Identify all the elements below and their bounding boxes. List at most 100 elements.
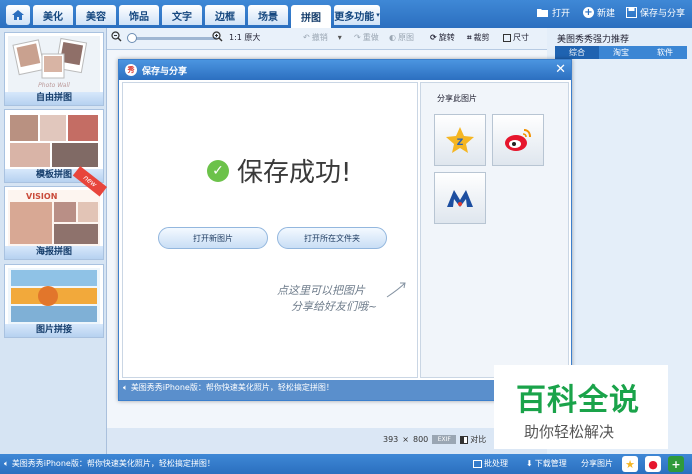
share-weibo-button[interactable] [492, 114, 544, 166]
zoom-out-icon[interactable] [111, 31, 122, 42]
poster-collage-label: 海报拼图 [5, 246, 103, 259]
save-share-label: 保存与分享 [640, 9, 686, 19]
poster-overlay-text: VISION [26, 192, 57, 201]
share-qzone-button[interactable]: Z [434, 114, 486, 166]
dialog-title-bar: 秀 保存与分享 ✕ [119, 60, 571, 80]
resize-button[interactable]: 尺寸 [503, 32, 529, 43]
folder-icon [537, 9, 548, 17]
watermark-main: 百科全说 [516, 383, 640, 418]
speaker-icon: 🔈︎ [123, 382, 128, 392]
plus-icon: + [583, 7, 594, 18]
redo-label: 重做 [362, 33, 379, 42]
redo-icon: ↷ [354, 33, 361, 42]
zoom-in-icon[interactable] [212, 31, 223, 42]
undo-button[interactable]: ↶ 撤销 ▾ [303, 32, 342, 43]
status-tip[interactable]: 🔈︎ 美图秀秀iPhone版：帮你快速美化照片，轻松搞定拼图！ [4, 458, 215, 469]
success-message: ✓ 保存成功! [207, 152, 351, 189]
save-share-dialog: 秀 保存与分享 ✕ ✓ 保存成功! 打开新图片 打开所在文件夹 点这里可以把图片… [118, 59, 572, 401]
new-button[interactable]: + 新建 [583, 6, 615, 19]
dialog-tip-text: 美图秀秀iPhone版：帮你快速美化照片，轻松搞定拼图！ [130, 383, 334, 392]
crop-label: 裁剪 [473, 33, 490, 42]
tab-text[interactable]: 文字 [162, 5, 202, 25]
template-collage-thumbnail [8, 113, 100, 169]
recommend-title: 美图秀秀强力推荐 [557, 35, 630, 45]
free-collage-thumbnail: Photo Wall [8, 36, 100, 92]
add-icon[interactable]: + [668, 456, 684, 472]
free-collage-overlay-text: Photo Wall [38, 82, 70, 89]
image-stitch-item[interactable]: 图片拼接 [4, 264, 104, 338]
resize-label: 尺寸 [513, 33, 529, 42]
save-share-button[interactable]: 保存与分享 [626, 6, 685, 19]
qzone-icon[interactable]: ★ [622, 456, 638, 472]
weibo-icon [505, 129, 531, 151]
compare-button[interactable]: 对比 [460, 434, 486, 445]
download-icon: ⬇ [526, 459, 533, 468]
resize-icon [503, 33, 511, 42]
crop-button[interactable]: ⌗ 裁剪 [467, 32, 490, 43]
tab-beauty[interactable]: 美容 [76, 5, 116, 25]
tab-collage[interactable]: 拼图 [291, 5, 331, 28]
status-bar: 🔈︎ 美图秀秀iPhone版：帮你快速美化照片，轻松搞定拼图！ 批处理 ⬇ 下载… [0, 454, 692, 474]
downloads-label: 下载管理 [534, 459, 567, 468]
collage-mode-panel: Photo Wall 自由拼图 模板拼图 VISION new 海报拼图 图片拼… [0, 28, 107, 454]
recommend-tabs: 综合 淘宝 软件 [555, 46, 687, 59]
image-stitch-label: 图片拼接 [5, 324, 103, 337]
open-new-image-button[interactable]: 打开新图片 [158, 227, 268, 249]
crop-icon: ⌗ [467, 32, 472, 42]
tab-taobao[interactable]: 淘宝 [599, 46, 643, 59]
original-image-label: 原图 [397, 33, 414, 42]
dialog-tip[interactable]: 🔈︎ 美图秀秀iPhone版：帮你快速美化照片，轻松搞定拼图！ [123, 382, 334, 393]
poster-collage-item[interactable]: VISION new 海报拼图 [4, 166, 107, 260]
tab-accessories[interactable]: 饰品 [119, 5, 159, 25]
free-collage-item[interactable]: Photo Wall 自由拼图 [4, 32, 104, 106]
image-stitch-thumbnail [8, 268, 100, 324]
home-button[interactable] [6, 5, 30, 25]
chevron-down-icon: ▾ [376, 11, 380, 19]
dialog-title: 保存与分享 [142, 67, 188, 77]
arrow-icon [386, 282, 406, 298]
renren-icon [447, 190, 473, 207]
tab-software[interactable]: 软件 [643, 46, 687, 59]
weibo-icon[interactable]: ● [645, 456, 661, 472]
tab-beautify[interactable]: 美化 [33, 5, 73, 25]
tab-more[interactable]: 更多功能 ▾ [334, 5, 380, 25]
zoom-slider[interactable] [131, 37, 217, 40]
new-label: 新建 [597, 9, 616, 19]
template-collage-item[interactable]: 模板拼图 [4, 109, 104, 183]
check-icon: ✓ [207, 159, 229, 182]
tab-more-label: 更多功能 [334, 11, 375, 23]
tab-scene[interactable]: 场景 [248, 5, 288, 25]
canvas-width: 393 [383, 435, 399, 444]
rotate-button[interactable]: ⟳ 旋转 [430, 32, 455, 43]
save-icon [626, 7, 637, 18]
tab-frame[interactable]: 边框 [205, 5, 245, 25]
exif-icon[interactable]: EXIF [432, 435, 457, 444]
batch-button[interactable]: 批处理 [473, 458, 508, 469]
open-folder-button[interactable]: 打开所在文件夹 [277, 227, 387, 249]
redo-button[interactable]: ↷ 重做 [354, 32, 379, 43]
share-hint-line1: 点这里可以把图片 [277, 284, 365, 297]
close-icon[interactable]: ✕ [555, 62, 566, 77]
share-renren-button[interactable] [434, 172, 486, 224]
original-image-button[interactable]: ◐ 原图 [389, 32, 414, 43]
share-hint: 点这里可以把图片 分享给好友们哦~ [277, 283, 377, 315]
watermark: 百科全说 助你轻松解决 [494, 365, 668, 449]
watermark-sub: 助你轻松解决 [524, 423, 615, 441]
undo-label: 撤销 [311, 33, 328, 42]
compare-icon [460, 435, 469, 444]
svg-text:Z: Z [457, 138, 464, 148]
original-size-button[interactable]: 1:1 原大 [229, 32, 260, 43]
open-label: 打开 [552, 9, 571, 19]
original-image-icon: ◐ [389, 33, 396, 42]
app-logo: 秀 [125, 64, 137, 76]
canvas-height: 800 [412, 435, 429, 444]
zoom-slider-handle[interactable] [127, 33, 137, 43]
speaker-icon: 🔈︎ [4, 458, 9, 468]
open-button[interactable]: 打开 [536, 6, 570, 19]
tab-general[interactable]: 综合 [555, 46, 599, 59]
downloads-button[interactable]: ⬇ 下载管理 [526, 458, 567, 469]
top-nav-bar: 美化 美容 饰品 文字 边框 场景 拼图 更多功能 ▾ 打开 + 新建 保存与分… [0, 0, 692, 28]
success-text: 保存成功! [237, 158, 352, 188]
rotate-label: 旋转 [438, 33, 455, 42]
compare-label: 对比 [470, 435, 487, 444]
